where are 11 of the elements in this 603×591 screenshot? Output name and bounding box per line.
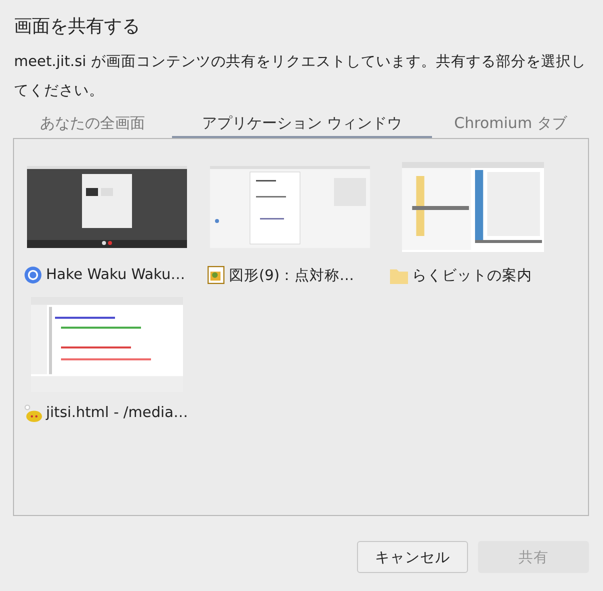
- drawing-document-icon: [207, 266, 225, 284]
- tab[interactable]: あなたの全画面: [13, 110, 172, 138]
- window-title[interactable]: らくビットの案内: [412, 266, 532, 284]
- window-title[interactable]: jitsi.html - /media…: [46, 405, 188, 421]
- window-title[interactable]: Hake Waku Waku…: [46, 267, 186, 283]
- browser-icon: [24, 266, 42, 284]
- window-title[interactable]: 図形(9)：点対称…: [229, 266, 354, 284]
- dialog-message: meet.jit.si が画面コンテンツの共有をリクエストしています。共有する部分を選択してください。: [14, 52, 587, 101]
- dialog-title: 画面を共有する: [14, 15, 141, 39]
- cancel-button[interactable]: キャンセル: [357, 541, 468, 573]
- tab[interactable]: Chromium タブ: [432, 110, 589, 138]
